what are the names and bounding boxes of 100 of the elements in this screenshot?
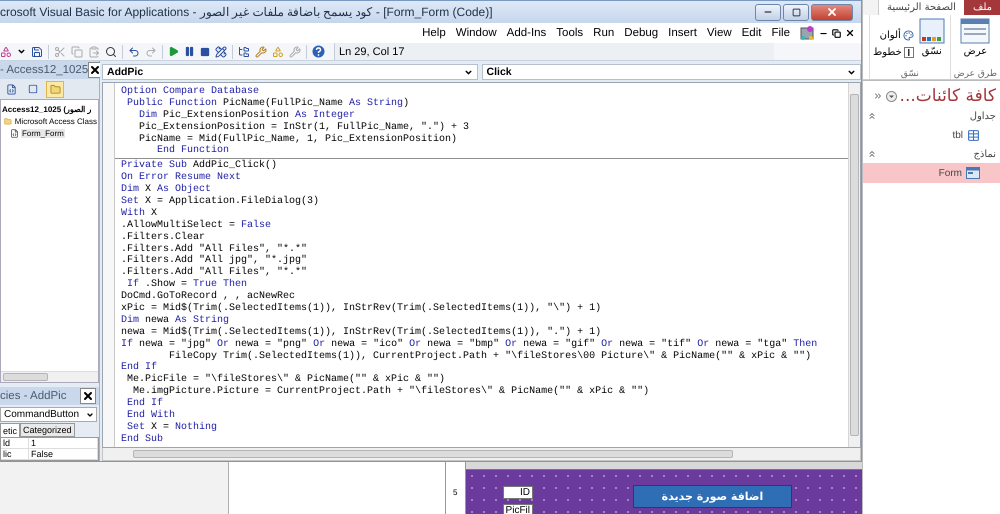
palette-icon <box>902 30 914 40</box>
code-line: End With <box>126 410 176 422</box>
code-line: Public Function PicName(FullPic_Name As String) <box>126 98 410 110</box>
menu-item[interactable]: Run <box>588 27 620 39</box>
code-line: Dim Pic_ExtensionPosition As Integer <box>138 110 356 122</box>
ribbon-tab[interactable]: ملف <box>964 0 1000 15</box>
code-line: On Error Resume Next <box>121 172 242 184</box>
format-button[interactable]: نسّق <box>916 18 947 69</box>
undo-icon[interactable] <box>128 46 140 58</box>
code-line: Dim newa As String <box>121 314 230 326</box>
folder-icon <box>50 84 60 94</box>
menu-item[interactable]: Debug <box>619 27 664 39</box>
dropdown-caret-icon[interactable] <box>17 47 26 56</box>
code-line: Pic_ExtensionPosition = InStr(1, FullPic_Name, ".") + 3 <box>138 122 470 134</box>
menu-item[interactable]: Edit <box>736 27 766 39</box>
close-icon <box>826 6 838 18</box>
code-line: Me.imgPicture.Picture = CurrentProject.Path + "\fileStores\" & PicName("" & xPic & "") <box>132 386 650 398</box>
stop-icon[interactable] <box>200 46 210 56</box>
collapse-icon[interactable] <box>867 111 877 121</box>
code-line: Set X = Application.FileDialog(3) <box>121 196 320 208</box>
menu-item[interactable]: Add-Ins <box>502 27 552 39</box>
code-line: End Sub <box>121 434 164 446</box>
toggle-folders-button[interactable] <box>46 80 64 98</box>
nav-group-label[interactable]: جداول <box>970 110 996 122</box>
code-line: DoCmd.GoToRecord , , acNewRec <box>121 291 296 302</box>
object-dropdown[interactable]: AddPic <box>102 64 478 80</box>
code-line: Set X = Nothing <box>126 422 218 434</box>
project-explorer-icon[interactable] <box>238 46 250 58</box>
code-line: Private Sub AddPic_Click() <box>121 160 278 172</box>
code-line: Dim X As Object <box>121 184 212 196</box>
vertical-scrollbar[interactable] <box>848 83 860 447</box>
insert-icon[interactable] <box>0 46 12 58</box>
ribbon-tab[interactable]: الصفحة الرئيسية <box>878 0 964 15</box>
caret-icon <box>847 68 856 76</box>
table-icon <box>967 128 980 142</box>
properties-icon[interactable] <box>255 46 267 58</box>
help-icon[interactable] <box>312 45 325 58</box>
maximize-button[interactable] <box>783 4 809 20</box>
code-line: .Filters.Add "All jpg", "*.jpg" <box>121 255 308 266</box>
collapse-icon[interactable] <box>872 91 883 101</box>
code-line: .Filters.Clear <box>121 232 206 244</box>
menu-item[interactable]: File <box>766 27 795 39</box>
fonts-button[interactable]: خطوط <box>872 46 914 58</box>
code-line: .Filters.Add "All Files", "*.*" <box>121 267 308 278</box>
code-line: FileCopy Trim(.SelectedItems(1)), CurrentProject.Path + "\fileStores\00 Picture\" & PicName("" & xPic & "") <box>168 350 812 362</box>
run-icon[interactable] <box>168 46 179 57</box>
pause-icon[interactable] <box>184 46 195 57</box>
caret-icon <box>86 410 94 418</box>
menu-item[interactable]: View <box>702 27 737 39</box>
tree-item[interactable]: Microsoft Access Class <box>14 116 98 126</box>
search-icon[interactable] <box>105 46 117 58</box>
section-bar[interactable] <box>466 462 862 470</box>
save-icon[interactable] <box>31 46 43 58</box>
code-line: End Function <box>156 145 230 158</box>
code-line: If newa = "jpg" Or newa = "png" Or newa = "ico" Or newa = "bmp" Or newa = "gif" Or newa = "tif" Or newa = "tga" Then <box>121 338 818 350</box>
menu-item[interactable]: Insert <box>663 27 702 39</box>
theme-icon <box>918 18 945 44</box>
window-title: crosoft Visual Basic for Applications - كود يسمح باضافة ملفات غير الصور - [Form_Form (Code)] <box>0 5 493 19</box>
ruler-number: 5 <box>453 488 458 497</box>
property-value[interactable]: False <box>29 449 98 459</box>
collapse-icon[interactable] <box>867 149 877 159</box>
group-label: طرق عرض <box>954 69 997 79</box>
close-icon <box>89 64 102 76</box>
nav-group-label[interactable]: نماذج <box>973 148 996 160</box>
property-name: lic <box>1 449 29 459</box>
menu-item[interactable]: Tools <box>551 27 588 39</box>
tree-item[interactable]: Form_Form <box>21 128 65 138</box>
nav-pane-title[interactable]: كافة كائنات... <box>900 86 996 106</box>
property-name: ld <box>1 438 29 448</box>
restore-icon[interactable] <box>832 28 841 38</box>
code-line: .Filters.Add "All Files", "*.*" <box>121 244 308 255</box>
close-button[interactable] <box>80 388 96 404</box>
design-mode-icon[interactable] <box>215 46 227 58</box>
object-dropdown[interactable]: CommandButton <box>0 407 97 422</box>
caret-icon <box>464 68 473 76</box>
close-icon <box>82 390 94 402</box>
close-icon[interactable] <box>845 28 855 38</box>
tree-item[interactable]: Access12_1025 (ر الصور <box>1 104 92 114</box>
menu-item[interactable]: Help <box>417 27 451 39</box>
horizontal-scrollbar[interactable] <box>1 371 98 382</box>
pane-title: - Access12_1025 <box>0 64 88 76</box>
form-label: ID <box>503 486 533 499</box>
properties-tab[interactable]: etic <box>0 423 20 437</box>
access-app-icon[interactable] <box>799 25 815 41</box>
properties-tab[interactable]: Categorized <box>20 423 75 437</box>
procedure-dropdown[interactable]: Click <box>482 64 861 80</box>
nav-item[interactable]: Form <box>863 163 1000 183</box>
menu-item[interactable]: Window <box>450 27 502 39</box>
horizontal-scrollbar[interactable] <box>102 448 861 461</box>
code-line: Option Compare Database <box>121 86 260 98</box>
form-command-button[interactable]: اضافة صورة جديدة <box>633 485 792 508</box>
colors-button[interactable]: ألوان <box>872 30 914 40</box>
view-button[interactable]: عرض <box>958 18 992 69</box>
code-line: Me.PicFile = "\fileStores\" & PicName("" & xPic & "") <box>126 374 446 386</box>
code-line: PicName = Mid(FullPic_Name, 1, Pic_ExtensionPosition) <box>138 134 458 145</box>
property-value[interactable]: 1 <box>29 438 98 448</box>
code-line: End If <box>126 398 164 410</box>
layout-icon <box>960 18 990 44</box>
dropdown-circle-icon[interactable] <box>886 90 897 102</box>
nav-item[interactable]: tbl <box>863 125 1000 145</box>
